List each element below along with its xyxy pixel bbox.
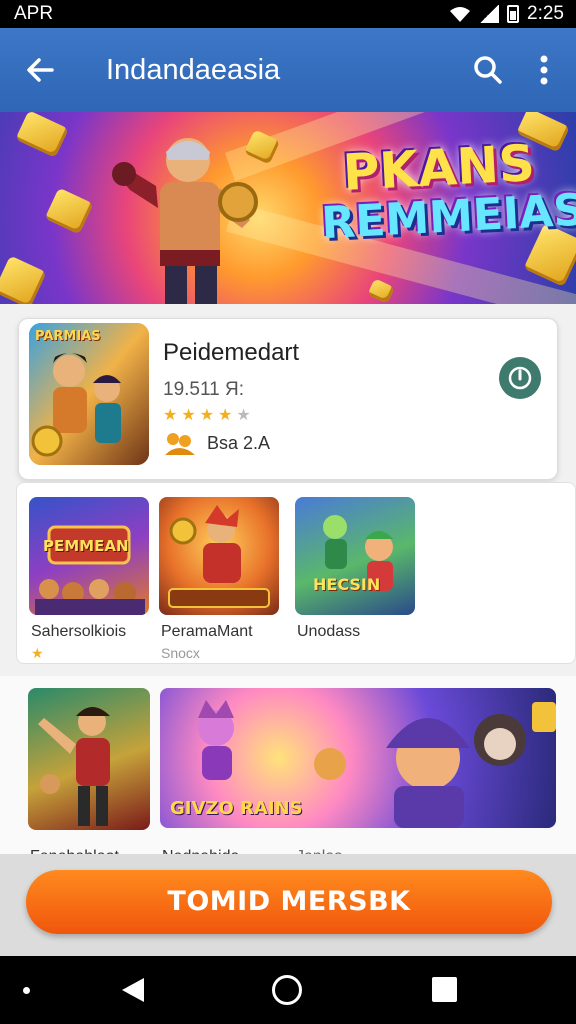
game-tile-title: PeramaMant [161,623,253,640]
page-title: Indandaeasia [106,53,281,86]
game-tile-art [159,497,279,615]
coin-icon [15,112,69,158]
star-icon: ★ [218,407,233,424]
clock: 2:25 [527,3,564,24]
star-icon: ★ [199,407,215,424]
promo-banner[interactable]: PKANS REMMEIAS [0,112,576,304]
game-grid-row-1: PEMMEAN Sahersolkiois ★ PeramaMant Snocx [16,482,576,664]
game-tile-art: PEMMEAN [29,497,149,615]
featured-game-name: Peidemedart [163,339,300,366]
game-tile-rating: ★ [31,645,44,661]
featured-game-meta: 19.511 Я: [163,379,244,400]
nav-indicator-dot [23,987,30,994]
signal-icon [479,5,500,23]
star-icon: ★ [181,407,196,424]
app-screen: APR 2:25 Indandaeasia PKANS REMMEIAS PAR… [0,0,576,1024]
banner-title-line2: REMMEIAS [320,183,576,249]
nav-home-icon[interactable] [272,975,302,1005]
back-button[interactable] [10,40,70,100]
game-grid-row-2: Fenebahlaot GIVZO RAINS Nednahida Janlas [0,676,576,865]
game-tile-logo: GIVZO RAINS [170,798,303,819]
star-icon: ★ [163,407,178,424]
system-nav-bar [0,956,576,1024]
battery-icon [507,5,520,23]
wifi-icon [450,7,471,22]
coin-icon [367,278,395,304]
more-options-button[interactable] [522,40,566,100]
nav-back-icon[interactable] [120,976,146,1004]
game-tile-wide[interactable]: GIVZO RAINS Nednahida [160,688,556,865]
featured-game-thumbnail[interactable]: PARMIAS [29,323,149,465]
game-tile[interactable]: HECSIN Unodass [295,497,415,640]
banner-title: PKANS REMMEIAS [318,134,576,249]
rating-stars: ★ ★ ★ ★ ★ [163,405,251,425]
install-button[interactable] [499,357,541,399]
game-tile-title: Sahersolkiois [31,623,127,640]
bottom-cta-area: TOMID MERSBK [0,854,576,956]
coin-icon [44,187,94,235]
featured-developer: Bsa 2.A [207,433,271,453]
game-tile-logo: HECSIN [313,575,381,594]
arrow-back-icon [27,58,54,82]
carrier-label: APR [14,3,54,24]
coin-icon [0,255,47,304]
hero-character-illustration [112,138,258,304]
search-button[interactable] [458,40,518,100]
game-tile-logo: PEMMEAN [43,537,129,555]
status-bar: APR 2:25 [0,0,576,28]
primary-cta-button[interactable]: TOMID MERSBK [26,870,552,934]
game-tile[interactable]: Fenebahlaot [28,688,150,865]
search-icon [474,56,502,84]
more-vert-icon [540,55,548,85]
developer-icon [165,433,195,455]
game-tile-art [28,688,150,830]
nav-recents-icon[interactable] [432,977,457,1002]
star-icon: ★ [236,407,251,424]
game-art-illustration [29,323,149,465]
game-tile[interactable]: PEMMEAN Sahersolkiois ★ [29,497,149,661]
game-tile-art: GIVZO RAINS [160,688,556,828]
app-bar: Indandaeasia [0,28,576,112]
game-tile-art: HECSIN [295,497,415,615]
featured-thumb-logo: PARMIAS [35,329,101,344]
game-tile-subtitle: Snocx [161,645,200,661]
featured-game-card[interactable]: PARMIAS Peidemedart 19.511 Я: ★ ★ ★ ★ ★ … [18,318,558,480]
game-tile[interactable]: PeramaMant Snocx [159,497,279,661]
power-icon [508,366,532,390]
game-tile-title: Unodass [297,623,361,640]
